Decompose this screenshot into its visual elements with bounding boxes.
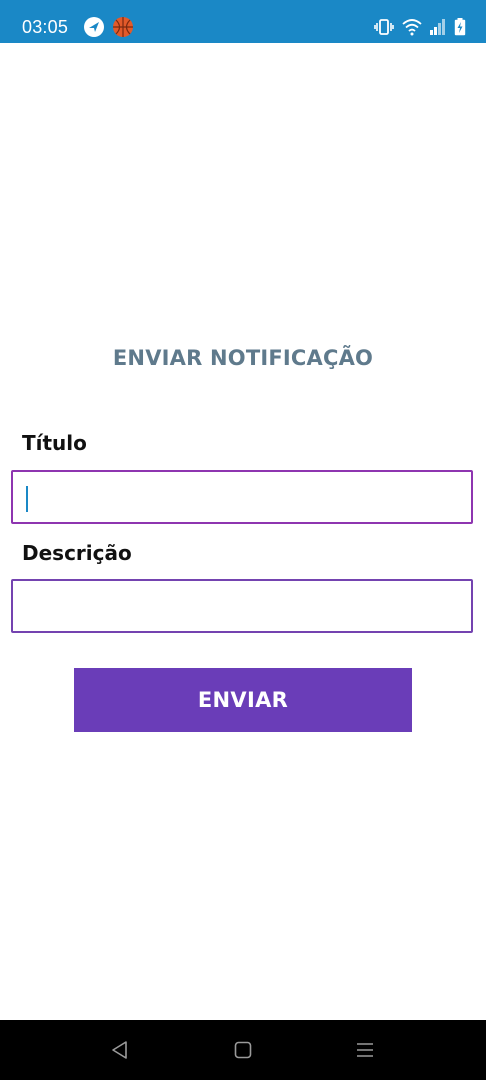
title-label: Título — [22, 431, 87, 455]
status-time: 03:05 — [22, 17, 69, 37]
basketball-icon — [112, 16, 134, 38]
home-icon[interactable] — [231, 1038, 255, 1062]
page-title: ENVIAR NOTIFICAÇÃO — [112, 346, 374, 370]
navigation-bar — [0, 1020, 486, 1080]
app-screen: 03:05 ENVIAR NOTIFICAÇÃO Título Descriçã… — [0, 0, 486, 1080]
description-input[interactable] — [11, 579, 473, 633]
back-icon[interactable] — [108, 1038, 132, 1062]
status-bar: 03:05 — [0, 0, 486, 43]
wifi-icon — [402, 18, 422, 36]
send-button[interactable]: ENVIAR — [74, 668, 412, 732]
description-label: Descrição — [22, 541, 132, 565]
status-indicators — [374, 17, 466, 37]
battery-charging-icon — [454, 18, 466, 36]
signal-icon — [430, 19, 446, 35]
recents-menu-icon[interactable] — [353, 1038, 377, 1062]
text-cursor — [26, 486, 28, 512]
navigation-arrow-icon — [83, 16, 105, 38]
title-input[interactable] — [11, 470, 473, 524]
vibrate-icon — [374, 18, 394, 36]
